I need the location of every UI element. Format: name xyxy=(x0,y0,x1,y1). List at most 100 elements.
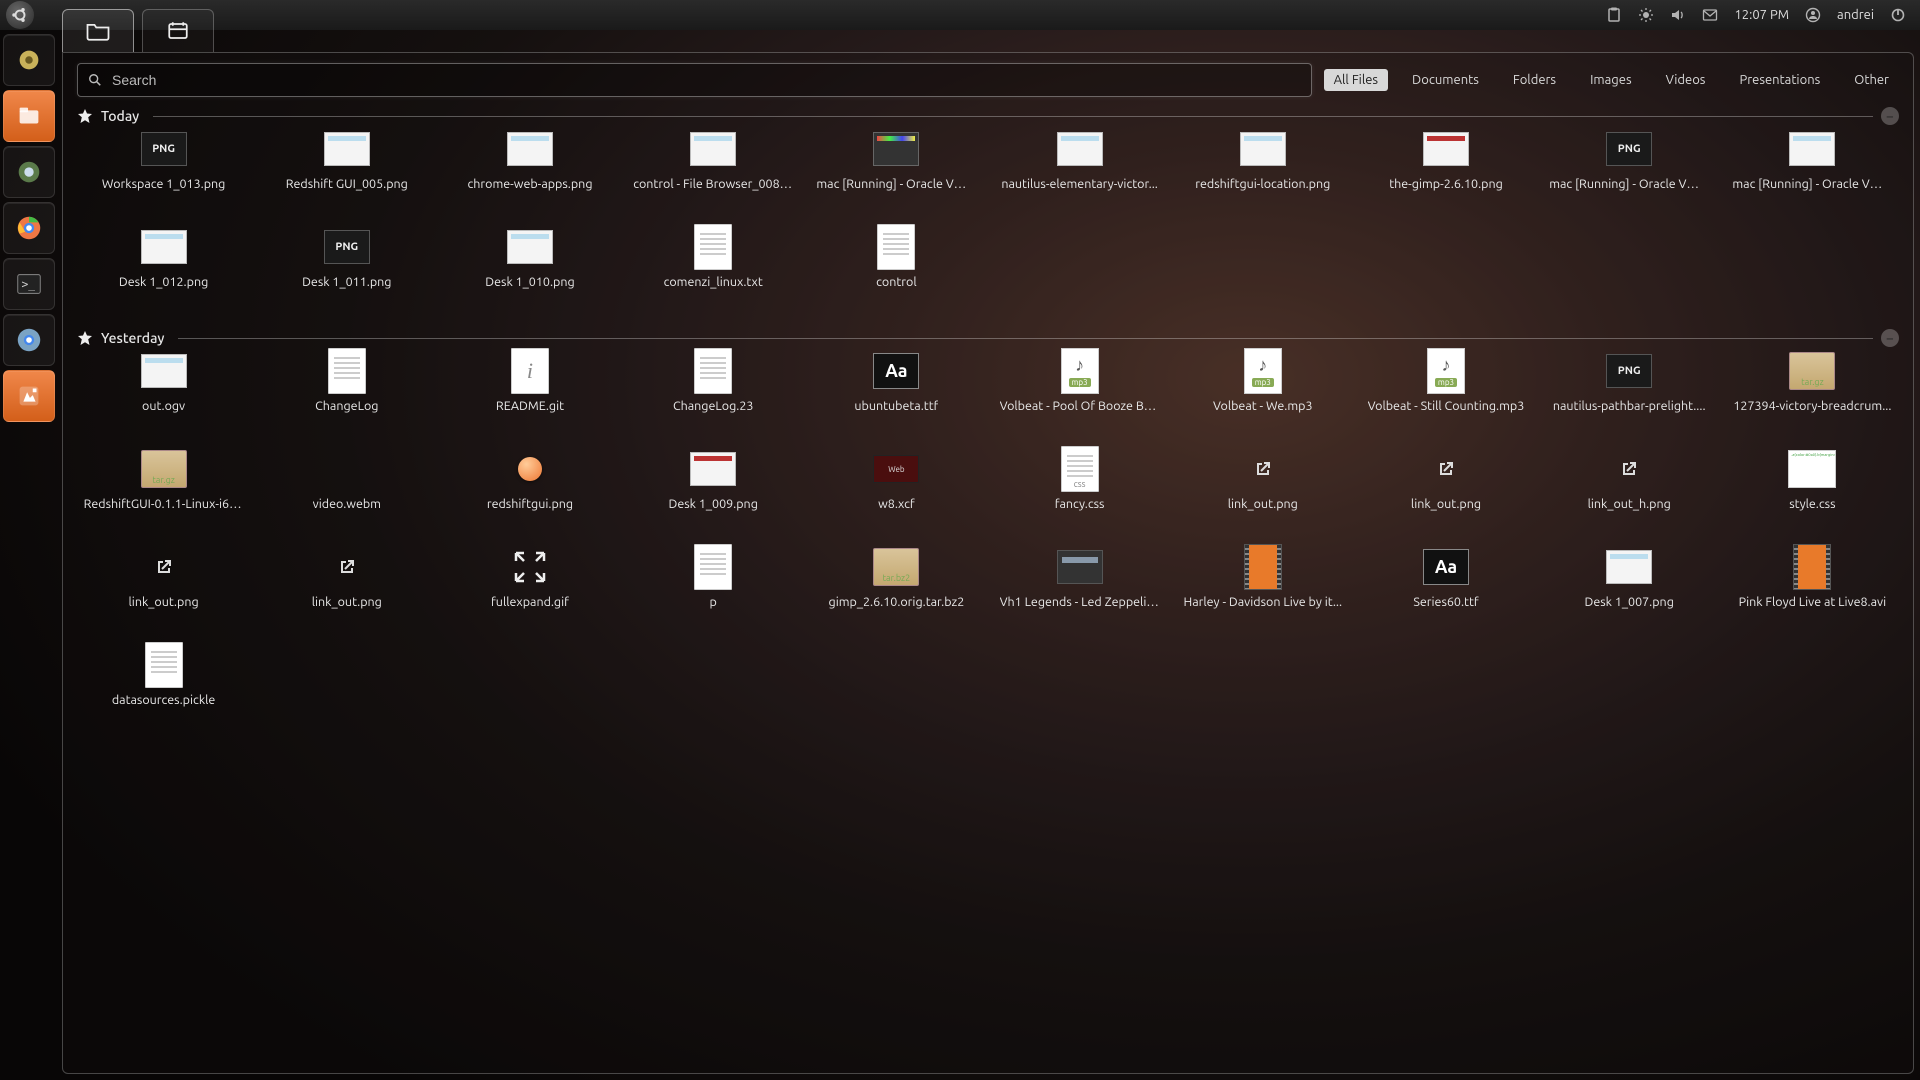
apps-icon xyxy=(164,19,192,43)
launcher-item-app1[interactable] xyxy=(3,146,55,198)
filter-all[interactable]: All Files xyxy=(1324,69,1388,91)
file-label: ubuntubeta.ttf xyxy=(854,399,938,413)
file-item[interactable]: redshiftgui.png xyxy=(443,449,616,537)
filter-documents[interactable]: Documents xyxy=(1402,69,1489,91)
file-item[interactable]: the-gimp-2.6.10.png xyxy=(1359,129,1532,217)
filter-other[interactable]: Other xyxy=(1844,69,1899,91)
file-item[interactable]: link_out_h.png xyxy=(1543,449,1716,537)
file-item[interactable]: link_out.png xyxy=(1176,449,1349,537)
file-item[interactable]: tar.bz2gimp_2.6.10.orig.tar.bz2 xyxy=(810,547,983,635)
file-label: gimp_2.6.10.orig.tar.bz2 xyxy=(829,595,965,609)
file-item[interactable]: Desk 1_007.png xyxy=(1543,547,1716,635)
file-item[interactable]: link_out.png xyxy=(77,547,250,635)
file-item[interactable]: AaSeries60.ttf xyxy=(1359,547,1532,635)
file-label: link_out.png xyxy=(312,595,382,609)
file-label: Desk 1_007.png xyxy=(1585,595,1674,609)
file-item[interactable]: tar.gz127394-victory-breadcrum... xyxy=(1726,351,1899,439)
file-item[interactable]: Harley - Davidson Live by it... xyxy=(1176,547,1349,635)
file-item[interactable]: Pink Floyd Live at Live8.avi xyxy=(1726,547,1899,635)
section-title-today: Today xyxy=(101,108,139,124)
collapse-today[interactable]: − xyxy=(1881,107,1899,125)
file-label: comenzi_linux.txt xyxy=(664,275,763,289)
file-item[interactable]: nautilus-elementary-victor... xyxy=(993,129,1166,217)
file-item[interactable]: Redshift GUI_005.png xyxy=(260,129,433,217)
file-item[interactable]: redshiftgui-location.png xyxy=(1176,129,1349,217)
file-item[interactable]: control - File Browser_008.p... xyxy=(627,129,800,217)
indicator-clipboard[interactable] xyxy=(1606,7,1622,23)
file-item[interactable]: PNGmac [Running] - Oracle VM ... xyxy=(1543,129,1716,217)
file-item[interactable]: Desk 1_010.png xyxy=(443,227,616,315)
file-item[interactable]: ♪mp3Volbeat - Still Counting.mp3 xyxy=(1359,351,1532,439)
file-item[interactable]: ♪mp3Volbeat - Pool Of Booze Bo... xyxy=(993,351,1166,439)
file-item[interactable]: PNGnautilus-pathbar-prelight.... xyxy=(1543,351,1716,439)
filter-videos[interactable]: Videos xyxy=(1656,69,1716,91)
file-label: 127394-victory-breadcrum... xyxy=(1733,399,1891,413)
file-item[interactable]: video.webm xyxy=(260,449,433,537)
launcher-item-chromium[interactable] xyxy=(3,314,55,366)
file-label: Harley - Davidson Live by it... xyxy=(1184,595,1343,609)
file-item[interactable]: out.ogv xyxy=(77,351,250,439)
file-item[interactable]: Desk 1_012.png xyxy=(77,227,250,315)
file-label: out.ogv xyxy=(142,399,185,413)
dash: All Files Documents Folders Images Videos Pre… xyxy=(62,52,1914,1074)
file-label: nautilus-elementary-victor... xyxy=(1001,177,1158,191)
lens-tab-files[interactable] xyxy=(62,9,134,52)
indicator-weather[interactable] xyxy=(1638,7,1654,23)
search-input[interactable] xyxy=(110,71,1301,89)
file-item[interactable]: tar.gzRedshiftGUI-0.1.1-Linux-i68... xyxy=(77,449,250,537)
file-item[interactable]: fancy.css xyxy=(993,449,1166,537)
username[interactable]: andrei xyxy=(1837,8,1874,22)
file-item[interactable]: link_out.png xyxy=(260,547,433,635)
file-label: fancy.css xyxy=(1055,497,1105,511)
filter-presentations[interactable]: Presentations xyxy=(1729,69,1830,91)
file-item[interactable]: ChangeLog.23 xyxy=(627,351,800,439)
collapse-yesterday[interactable]: − xyxy=(1881,329,1899,347)
file-item[interactable]: comenzi_linux.txt xyxy=(627,227,800,315)
filter-images[interactable]: Images xyxy=(1580,69,1642,91)
file-label: link_out_h.png xyxy=(1588,497,1671,511)
file-item[interactable]: PNGWorkspace 1_013.png xyxy=(77,129,250,217)
launcher-item-apps[interactable] xyxy=(3,370,55,422)
file-label: Vh1 Legends - Led Zeppelin... xyxy=(1000,595,1160,609)
file-item[interactable]: mac [Running] - Oracle VM ... xyxy=(1726,129,1899,217)
launcher-item-sound[interactable] xyxy=(3,34,55,86)
file-label: Workspace 1_013.png xyxy=(102,177,226,191)
ubuntu-button[interactable] xyxy=(6,1,34,29)
lens-tab-apps[interactable] xyxy=(142,9,214,52)
file-item[interactable]: p xyxy=(627,547,800,635)
indicator-sound[interactable] xyxy=(1670,7,1686,23)
file-label: datasources.pickle xyxy=(112,693,215,707)
file-item[interactable]: README.git xyxy=(443,351,616,439)
clock[interactable]: 12:07 PM xyxy=(1734,8,1789,22)
file-item[interactable]: Vh1 Legends - Led Zeppelin... xyxy=(993,547,1166,635)
file-item[interactable]: mac [Running] - Oracle VM ... xyxy=(810,129,983,217)
file-item[interactable]: ChangeLog xyxy=(260,351,433,439)
file-item[interactable]: PNGDesk 1_011.png xyxy=(260,227,433,315)
file-item[interactable]: ♪mp3Volbeat - We.mp3 xyxy=(1176,351,1349,439)
launcher-item-terminal[interactable]: >_ xyxy=(3,258,55,310)
file-label: Volbeat - We.mp3 xyxy=(1213,399,1312,413)
indicator-power[interactable] xyxy=(1890,7,1906,23)
file-label: ChangeLog.23 xyxy=(673,399,754,413)
file-item[interactable]: Desk 1_009.png xyxy=(627,449,800,537)
file-item[interactable]: Webw8.xcf xyxy=(810,449,983,537)
indicator-session[interactable] xyxy=(1805,7,1821,23)
file-label: control xyxy=(876,275,916,289)
indicator-messages[interactable] xyxy=(1702,7,1718,23)
file-label: link_out.png xyxy=(129,595,199,609)
search-box[interactable] xyxy=(77,63,1312,97)
file-label: video.webm xyxy=(313,497,381,511)
file-item[interactable]: Aaubuntubeta.ttf xyxy=(810,351,983,439)
divider xyxy=(178,338,1873,339)
file-item[interactable]: control xyxy=(810,227,983,315)
file-item[interactable]: .a{color:#0a0}.b{margin:0}.c{padding:2px… xyxy=(1726,449,1899,537)
file-item[interactable]: chrome-web-apps.png xyxy=(443,129,616,217)
launcher-item-files[interactable] xyxy=(3,90,55,142)
top-panel: 12:07 PM andrei xyxy=(0,0,1920,30)
file-item[interactable]: fullexpand.gif xyxy=(443,547,616,635)
launcher-item-chrome[interactable] xyxy=(3,202,55,254)
ubuntu-logo-icon xyxy=(11,6,29,24)
filter-folders[interactable]: Folders xyxy=(1503,69,1566,91)
file-item[interactable]: datasources.pickle xyxy=(77,645,250,733)
file-item[interactable]: link_out.png xyxy=(1359,449,1532,537)
